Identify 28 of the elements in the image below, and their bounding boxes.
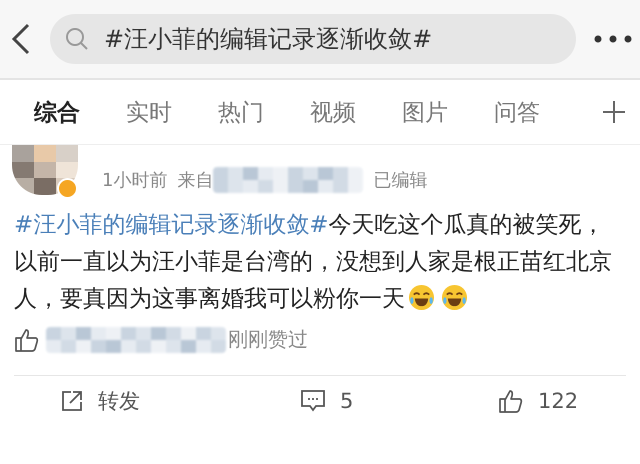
comment-icon bbox=[300, 389, 326, 413]
search-field[interactable]: #汪小菲的编辑记录逐渐收敛# bbox=[50, 14, 576, 64]
thumbs-up-icon bbox=[14, 326, 40, 352]
add-icon[interactable] bbox=[602, 100, 626, 124]
tab[interactable]: 实时 bbox=[126, 96, 218, 128]
post-time: 1小时前 bbox=[102, 169, 168, 192]
tab[interactable]: 图片 bbox=[402, 96, 494, 128]
post-text: #汪小菲的编辑记录逐渐收敛#今天吃这个瓜真的被笑死，以前一直以为汪小菲是台湾的，没想到人家是根正苗红北京人，要真因为这事离婚我可以粉你一天 bbox=[14, 211, 613, 314]
verified-badge bbox=[57, 178, 78, 199]
post-source: 来自 bbox=[177, 169, 214, 192]
hashtag-link[interactable]: #汪小菲的编辑记录逐渐收敛# bbox=[14, 212, 329, 238]
edited-label: 已编辑 bbox=[373, 169, 428, 192]
tab[interactable]: 热门 bbox=[218, 96, 310, 128]
liked-by-text: 刚刚赞过 bbox=[228, 326, 308, 353]
like-button[interactable]: 122 bbox=[498, 388, 578, 414]
back-icon[interactable] bbox=[10, 22, 32, 56]
share-icon bbox=[60, 389, 84, 413]
comment-button[interactable]: 5 bbox=[300, 389, 498, 413]
tab[interactable]: 问答 bbox=[494, 96, 586, 128]
repost-button[interactable]: 转发 bbox=[60, 387, 300, 415]
thumbs-up-icon bbox=[498, 388, 524, 414]
laughing-emoji-icon bbox=[441, 284, 468, 311]
tab[interactable]: 综合 bbox=[34, 96, 126, 128]
more-icon[interactable] bbox=[594, 35, 632, 43]
avatar bbox=[12, 145, 78, 195]
search-icon bbox=[64, 26, 90, 52]
laughing-emoji-icon bbox=[408, 284, 435, 311]
tab[interactable]: 视频 bbox=[310, 96, 402, 128]
